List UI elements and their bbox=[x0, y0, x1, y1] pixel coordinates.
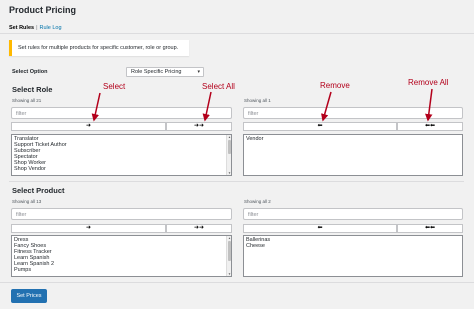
role-right-button-row: ⬅ ⬅⬅ bbox=[243, 122, 463, 131]
filter-placeholder: filter bbox=[16, 212, 27, 218]
select-role-title: Select Role bbox=[12, 85, 53, 94]
scroll-up-icon[interactable]: ▲ bbox=[227, 135, 231, 139]
move-all-left-button[interactable]: ⬅⬅ bbox=[397, 122, 463, 131]
select-product-title: Select Product bbox=[12, 186, 65, 195]
product-right-showing: Showing all 2 bbox=[244, 199, 271, 204]
move-selected-left-button[interactable]: ⬅ bbox=[243, 122, 397, 131]
divider bbox=[0, 282, 474, 283]
scroll-down-icon[interactable]: ▼ bbox=[227, 272, 231, 276]
move-all-right-button[interactable]: ➜➜ bbox=[166, 224, 232, 233]
product-right-listbox[interactable]: Ballerinas Cheese bbox=[243, 235, 463, 277]
scroll-thumb[interactable] bbox=[228, 241, 231, 261]
role-left-filter-input[interactable]: filter bbox=[11, 107, 232, 119]
annotation-remove-all: Remove All bbox=[408, 78, 449, 87]
role-right-listbox[interactable]: Vendor bbox=[243, 134, 463, 176]
scroll-up-icon[interactable]: ▲ bbox=[227, 236, 231, 240]
filter-placeholder: filter bbox=[248, 212, 259, 218]
divider bbox=[9, 181, 464, 182]
page-title: Product Pricing bbox=[9, 5, 77, 15]
notice-text: Set rules for multiple products for spec… bbox=[18, 45, 179, 51]
role-right-showing: Showing all 1 bbox=[244, 98, 271, 103]
divider bbox=[0, 33, 474, 34]
move-all-left-button[interactable]: ⬅⬅ bbox=[397, 224, 463, 233]
role-left-listbox[interactable]: Translator Support Ticket Author Subscri… bbox=[11, 134, 232, 176]
role-right-filter-input[interactable]: filter bbox=[243, 107, 463, 119]
role-left-showing: Showing all 21 bbox=[12, 98, 42, 103]
list-item[interactable]: Cheese bbox=[246, 243, 462, 249]
select-option-value: Role Specific Pricing bbox=[131, 69, 182, 75]
tab-rule-log[interactable]: Rule Log bbox=[40, 25, 62, 31]
move-selected-right-button[interactable]: ➜ bbox=[11, 224, 166, 233]
move-selected-right-button[interactable]: ➜ bbox=[11, 122, 166, 131]
move-all-right-button[interactable]: ➜➜ bbox=[166, 122, 232, 131]
scroll-down-icon[interactable]: ▼ bbox=[227, 171, 231, 175]
chevron-down-icon: ▾ bbox=[197, 69, 200, 75]
list-item[interactable]: Pumps bbox=[14, 267, 231, 273]
move-selected-left-button[interactable]: ⬅ bbox=[243, 224, 397, 233]
list-item[interactable]: Shop Vendor bbox=[14, 166, 231, 172]
select-option-label: Select Option bbox=[12, 69, 48, 75]
role-left-button-row: ➜ ➜➜ bbox=[11, 122, 232, 131]
info-notice: Set rules for multiple products for spec… bbox=[9, 40, 189, 56]
annotation-select-all: Select All bbox=[202, 82, 235, 91]
product-left-filter-input[interactable]: filter bbox=[11, 208, 232, 220]
product-left-listbox[interactable]: Dress Fancy Shoes Fitness Tracker Learn … bbox=[11, 235, 232, 277]
scroll-thumb[interactable] bbox=[228, 140, 231, 154]
set-prices-button[interactable]: Set Prices bbox=[11, 289, 47, 303]
filter-placeholder: filter bbox=[16, 111, 27, 117]
product-left-button-row: ➜ ➜➜ bbox=[11, 224, 232, 233]
product-right-filter-input[interactable]: filter bbox=[243, 208, 463, 220]
annotation-remove: Remove bbox=[320, 81, 350, 90]
product-right-button-row: ⬅ ⬅⬅ bbox=[243, 224, 463, 233]
annotation-select: Select bbox=[103, 82, 126, 91]
filter-placeholder: filter bbox=[248, 111, 259, 117]
select-option-dropdown[interactable]: Role Specific Pricing ▾ bbox=[126, 67, 204, 77]
tab-separator: | bbox=[36, 25, 38, 31]
scrollbar[interactable]: ▲ ▼ bbox=[226, 236, 231, 276]
tab-bar: Set Rules | Rule Log bbox=[9, 25, 62, 31]
product-left-showing: Showing all 13 bbox=[12, 199, 42, 204]
scrollbar[interactable]: ▲ ▼ bbox=[226, 135, 231, 175]
list-item[interactable]: Vendor bbox=[246, 136, 462, 142]
tab-set-rules[interactable]: Set Rules bbox=[9, 25, 34, 31]
